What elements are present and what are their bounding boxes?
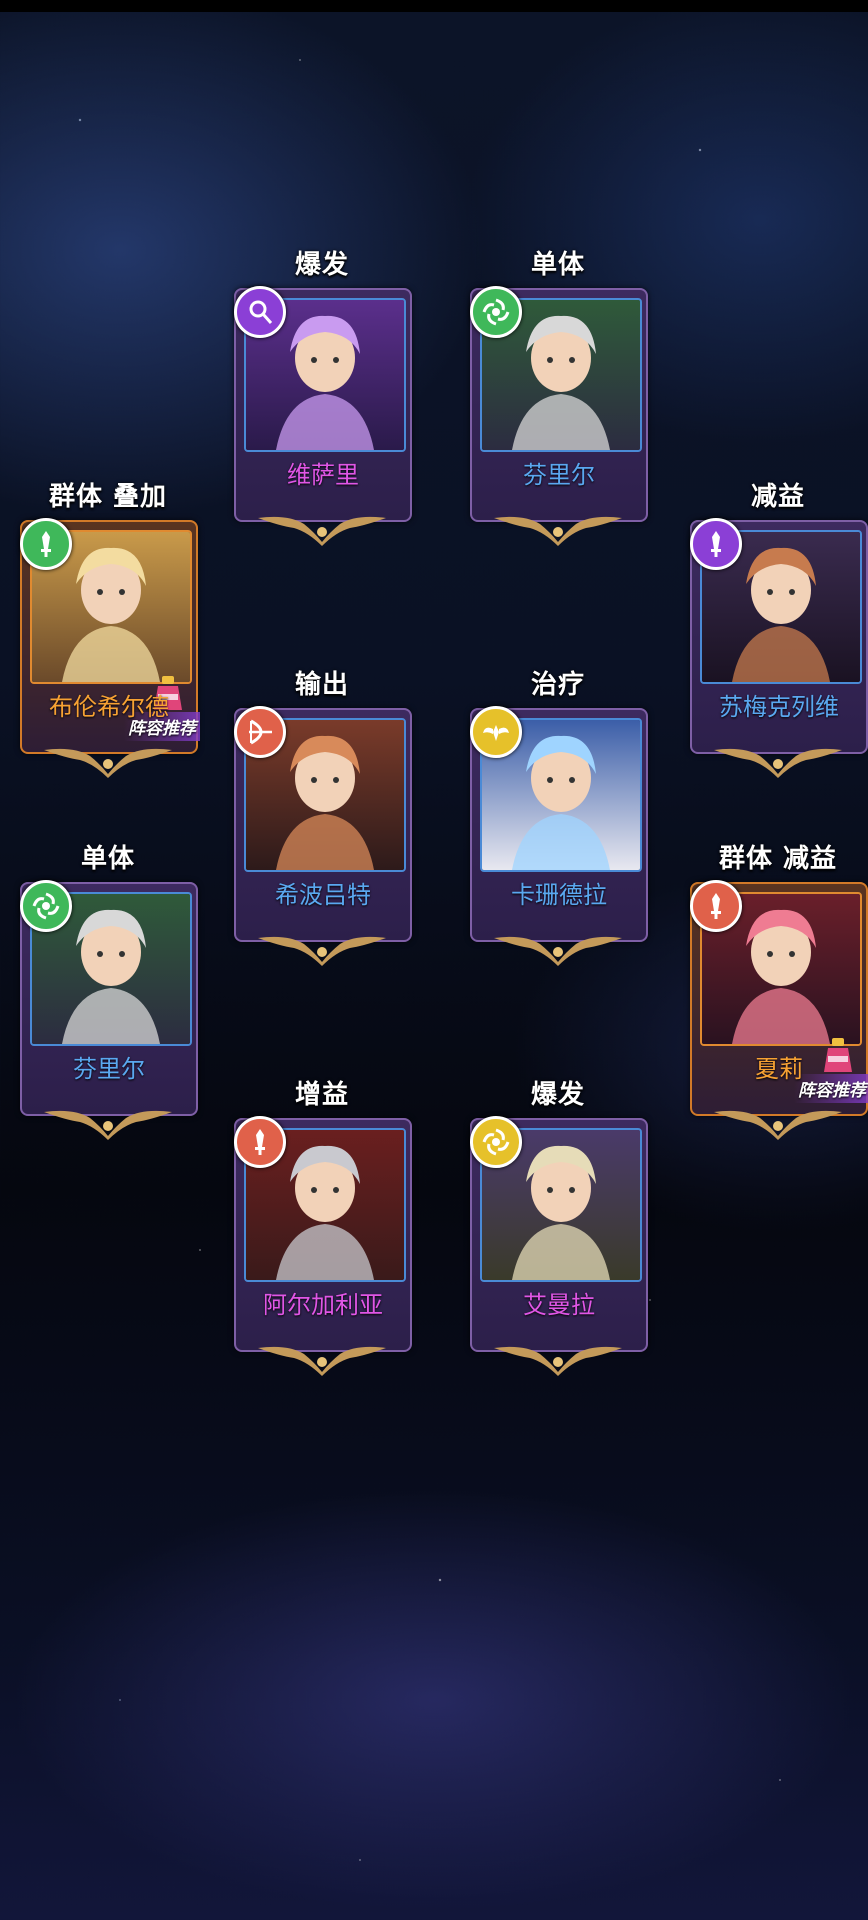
bow-icon (249, 719, 272, 745)
hero-name: 夏莉 (755, 1056, 803, 1083)
wind-icon (482, 1128, 510, 1156)
hero-card[interactable]: 苏梅克列维 (690, 518, 868, 754)
magnifier-icon (249, 300, 273, 324)
card-ornament (490, 1342, 626, 1378)
element-badge (234, 1116, 286, 1168)
hero-name: 希波吕特 (275, 882, 371, 909)
hero-name: 艾曼拉 (523, 1292, 595, 1319)
element-badge (690, 518, 742, 570)
hero-slot[interactable]: 群体 叠加 阵容推荐 布伦希尔德 (20, 480, 200, 792)
element-badge (690, 880, 742, 932)
hero-slot[interactable]: 减益 苏梅克列维 (690, 480, 868, 792)
element-badge (470, 1116, 522, 1168)
card-ornament (710, 744, 846, 780)
wind-icon (32, 892, 60, 920)
card-ornament (490, 932, 626, 968)
hero-name: 苏梅克列维 (719, 694, 839, 721)
hero-card[interactable]: 阵容推荐 布伦希尔德 (20, 518, 200, 754)
hero-name: 卡珊德拉 (511, 882, 607, 909)
hero-slot[interactable]: 输出 希波吕特 (234, 668, 412, 980)
hero-name: 阿尔加利亚 (263, 1292, 383, 1319)
hero-card[interactable]: 阵容推荐 夏莉 (690, 880, 868, 1116)
wings-icon (483, 725, 509, 741)
role-tags: 群体 减益 (718, 844, 838, 874)
hero-card[interactable]: 希波吕特 (234, 706, 412, 942)
role-tags: 单体 (80, 844, 135, 874)
hero-slot[interactable]: 单体 芬里尔 (470, 248, 648, 560)
element-badge (234, 706, 286, 758)
role-tags: 增益 (294, 1080, 349, 1110)
element-badge (234, 286, 286, 338)
element-badge (20, 880, 72, 932)
status-bar (0, 0, 868, 12)
hero-slot[interactable]: 爆发 艾曼拉 (470, 1078, 648, 1390)
role-tags: 群体 叠加 (48, 482, 168, 512)
hero-name: 布伦希尔德 (49, 694, 169, 721)
hero-card[interactable]: 芬里尔 (470, 286, 648, 522)
hero-slot[interactable]: 单体 芬里尔 (20, 842, 198, 1154)
role-tags: 爆发 (530, 1080, 585, 1110)
sword-icon (41, 531, 51, 557)
hero-card[interactable]: 芬里尔 (20, 880, 198, 1116)
hero-card[interactable]: 维萨里 (234, 286, 412, 522)
card-ornament (254, 512, 390, 548)
hero-slot[interactable]: 爆发 维萨里 (234, 248, 412, 560)
card-ornament (40, 1106, 176, 1142)
hero-name: 维萨里 (287, 462, 359, 489)
role-tags: 单体 (530, 250, 585, 280)
wind-icon (482, 298, 510, 326)
element-badge (470, 706, 522, 758)
hero-card[interactable]: 阿尔加利亚 (234, 1116, 412, 1352)
hero-slot[interactable]: 群体 减益 阵容推荐 夏莉 (690, 842, 868, 1154)
role-tags: 减益 (750, 482, 805, 512)
card-ornament (40, 744, 176, 780)
hero-slot[interactable]: 增益 阿尔加利亚 (234, 1078, 412, 1390)
hero-slot[interactable]: 治疗 卡珊德拉 (470, 668, 648, 980)
card-ornament (490, 512, 626, 548)
sword-icon (255, 1129, 265, 1155)
element-badge (20, 518, 72, 570)
hero-card[interactable]: 卡珊德拉 (470, 706, 648, 942)
role-tags: 爆发 (294, 250, 349, 280)
card-ornament (710, 1106, 846, 1142)
element-badge (470, 286, 522, 338)
hero-name: 芬里尔 (523, 462, 595, 489)
card-ornament (254, 932, 390, 968)
hero-card[interactable]: 艾曼拉 (470, 1116, 648, 1352)
role-tags: 输出 (294, 670, 349, 700)
sword-icon (711, 531, 721, 557)
sword-icon (711, 893, 721, 919)
hero-name: 芬里尔 (73, 1056, 145, 1083)
role-tags: 治疗 (530, 670, 585, 700)
card-ornament (254, 1342, 390, 1378)
